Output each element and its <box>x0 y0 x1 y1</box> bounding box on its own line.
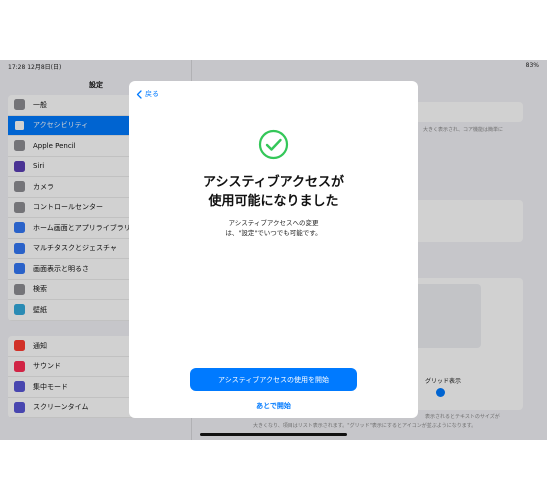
dialog-description-line-1: アシスティブアクセスへの変更 <box>228 219 319 227</box>
assistive-access-dialog: 戻る アシスティブアクセスが 使用可能になりました アシスティブアクセスへの変更… <box>129 81 418 418</box>
dialog-description-line-2: は、"設定"でいつでも可能です。 <box>225 229 322 237</box>
ipad-screen: 設定 一般 アクセシビリティ Apple Pencil Siri カメラ コントロールセン… <box>0 60 547 440</box>
home-indicator[interactable] <box>200 433 347 436</box>
chevron-left-icon <box>136 89 142 99</box>
start-later-button[interactable]: あとで開始 <box>129 401 418 411</box>
back-button[interactable]: 戻る <box>136 89 159 99</box>
dialog-description: アシスティブアクセスへの変更 は、"設定"でいつでも可能です。 <box>129 218 418 238</box>
start-assistive-access-button[interactable]: アシスティブアクセスの使用を開始 <box>190 368 357 391</box>
back-label: 戻る <box>145 90 159 98</box>
dialog-title: アシスティブアクセスが 使用可能になりました <box>129 173 418 211</box>
dialog-title-line-1: アシスティブアクセスが <box>202 175 345 190</box>
dialog-title-line-2: 使用可能になりました <box>208 194 339 209</box>
success-check-icon <box>258 129 289 160</box>
